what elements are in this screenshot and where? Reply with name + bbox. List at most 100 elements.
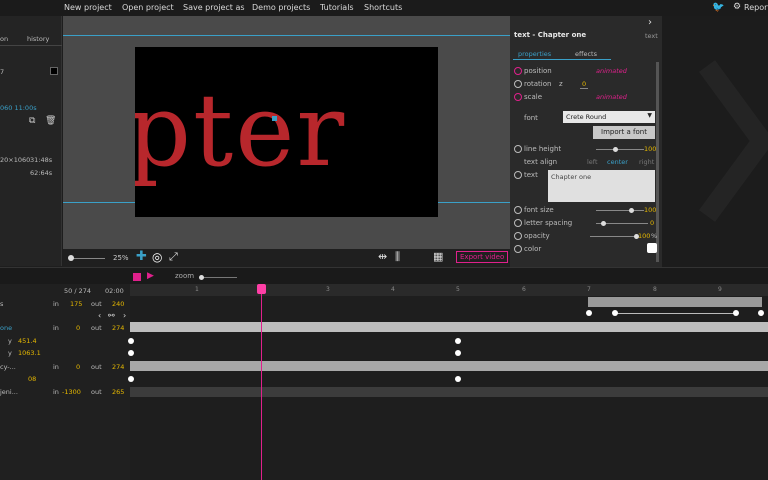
out-value[interactable]: 240 [112, 300, 124, 308]
track-name[interactable]: jeni... [0, 388, 18, 396]
align-center-button[interactable]: center [607, 158, 628, 166]
move-icon[interactable]: ✚ [136, 250, 147, 264]
import-font-button[interactable]: Import a font [593, 126, 655, 139]
clip-bar[interactable] [588, 297, 762, 307]
link-icon[interactable]: ⚯ [108, 311, 115, 320]
in-value[interactable]: 0 [76, 324, 80, 332]
align-right-button[interactable]: right [639, 158, 654, 166]
export-video-button[interactable]: Export video [456, 251, 509, 263]
keyframe[interactable] [128, 338, 134, 344]
line-height-slider-handle[interactable] [613, 147, 618, 152]
prop-value[interactable]: 1063.1 [18, 349, 41, 357]
playhead[interactable] [261, 284, 262, 480]
font-size-value[interactable]: 100 [644, 206, 656, 214]
menu-shortcuts[interactable]: Shortcuts [364, 3, 402, 12]
menu-tutorials[interactable]: Tutorials [320, 3, 354, 12]
line-height-slider[interactable] [596, 149, 644, 150]
chevron-right-icon[interactable]: › [648, 17, 652, 28]
timeline-ruler[interactable]: 1 2 3 4 5 6 7 8 9 [130, 284, 768, 296]
font-label: font [524, 114, 538, 122]
grid-icon[interactable]: ▦ [433, 250, 443, 264]
keyframe-clock-icon[interactable] [514, 67, 522, 75]
stage-canvas[interactable]: pter [135, 47, 438, 217]
keyframe-clock-icon[interactable] [514, 219, 522, 227]
zoom-slider-track[interactable] [69, 258, 105, 259]
ruler-tick: 8 [653, 286, 657, 293]
in-value[interactable]: 0 [76, 363, 80, 371]
clip-bar[interactable] [130, 361, 768, 371]
menu-demo-projects[interactable]: Demo projects [252, 3, 310, 12]
track-name[interactable]: s [0, 300, 3, 308]
text-content-field[interactable]: Chapter one [548, 170, 655, 202]
zoom-slider-handle[interactable] [68, 255, 74, 261]
gear-icon[interactable]: ⚙ [733, 2, 741, 12]
tab-properties[interactable]: properties [518, 50, 551, 58]
tab-other[interactable]: on [0, 35, 8, 43]
tab-effects[interactable]: effects [575, 50, 597, 58]
keyframe-clock-icon[interactable] [514, 206, 522, 214]
keyframe[interactable] [586, 310, 592, 316]
chevron-left-icon[interactable]: ‹ [98, 311, 101, 320]
keyframe[interactable] [128, 376, 134, 382]
in-value[interactable]: -1300 [62, 388, 81, 396]
keyframe[interactable] [455, 350, 461, 356]
anchor-handle[interactable] [272, 116, 277, 121]
duplicate-icon[interactable]: ⧉ [29, 116, 35, 126]
keyframe[interactable] [612, 310, 618, 316]
align-horizontal-icon[interactable]: ⇹ [378, 250, 387, 264]
font-select[interactable]: Crete Round ▼ [563, 111, 655, 123]
in-value[interactable]: 175 [70, 300, 82, 308]
rotation-label: rotation [524, 80, 552, 88]
stop-icon[interactable] [133, 273, 141, 281]
target-icon[interactable]: ◎ [152, 250, 162, 264]
font-size-slider-handle[interactable] [629, 208, 634, 213]
play-icon[interactable]: ▶ [147, 271, 154, 281]
letter-spacing-value[interactable]: 0 [650, 219, 654, 227]
timeline-zoom-handle[interactable] [199, 275, 204, 280]
keyframe[interactable] [733, 310, 739, 316]
out-value[interactable]: 265 [112, 388, 124, 396]
keyframe-clock-icon[interactable] [514, 245, 522, 253]
opacity-value[interactable]: 100 [638, 232, 650, 240]
font-size-slider[interactable] [596, 210, 644, 211]
keyframe-clock-icon[interactable] [514, 232, 522, 240]
timeline-zoom-slider[interactable] [199, 277, 237, 278]
trash-icon[interactable]: 🗑 [45, 116, 56, 126]
out-value[interactable]: 274 [112, 363, 124, 371]
clip-bar[interactable] [130, 322, 768, 332]
align-left-button[interactable]: left [587, 158, 598, 166]
keyframe[interactable] [455, 376, 461, 382]
keyframe-clock-icon[interactable] [514, 93, 522, 101]
chevron-down-icon: ▼ [647, 112, 652, 119]
playhead-handle[interactable] [257, 284, 266, 294]
line-height-value[interactable]: 100 [644, 145, 656, 153]
menu-open-project[interactable]: Open project [122, 3, 174, 12]
align-vertical-icon[interactable]: ⫼ [395, 250, 400, 264]
menu-save-project-as[interactable]: Save project as [183, 3, 245, 12]
audio-clip-bar[interactable] [130, 387, 768, 397]
keyframe-clock-icon[interactable] [514, 145, 522, 153]
keyframe-clock-icon[interactable] [514, 171, 522, 179]
tab-history[interactable]: history [27, 35, 49, 43]
track-name[interactable]: one [0, 324, 12, 332]
track-name[interactable]: cy-... [0, 363, 16, 371]
keyframe[interactable] [758, 310, 764, 316]
chevron-right-icon[interactable]: › [123, 311, 126, 320]
prop-value[interactable]: 451.4 [18, 337, 37, 345]
color-swatch[interactable] [647, 243, 657, 253]
twitter-icon[interactable]: 🐦 [712, 3, 724, 13]
menu-new-project[interactable]: New project [64, 3, 112, 12]
color-swatch[interactable] [50, 67, 58, 75]
duration-a: 31:48s [30, 156, 53, 164]
keyframe[interactable] [128, 350, 134, 356]
timeline-tracks[interactable] [128, 296, 768, 480]
out-value[interactable]: 274 [112, 324, 124, 332]
rotation-value[interactable]: 0 [580, 80, 589, 89]
keyframe[interactable] [455, 338, 461, 344]
report-link[interactable]: Report [744, 3, 768, 12]
prop-value[interactable]: 08 [28, 375, 36, 383]
expand-icon[interactable]: ⤢ [169, 250, 178, 264]
opacity-slider[interactable] [590, 236, 638, 237]
letter-spacing-slider-handle[interactable] [601, 221, 606, 226]
keyframe-clock-icon[interactable] [514, 80, 522, 88]
